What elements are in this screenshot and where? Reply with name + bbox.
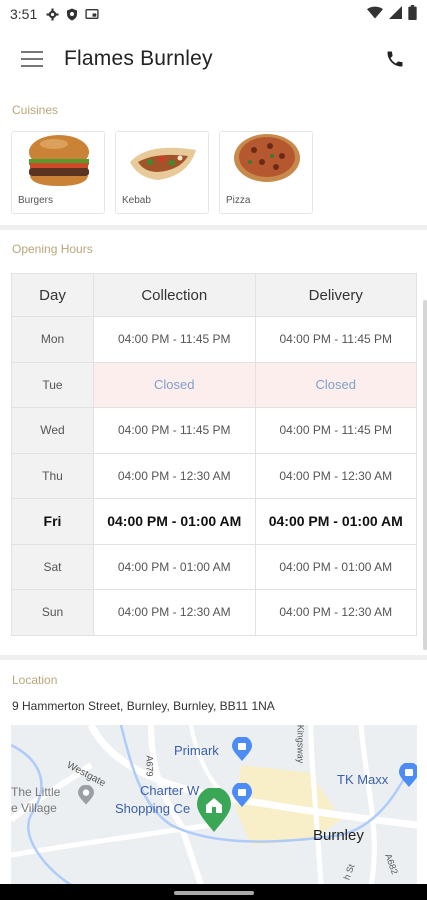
shopping-bag-icon xyxy=(232,736,252,766)
collection-cell: 04:00 PM - 11:45 PM xyxy=(93,316,256,363)
map-place-icon xyxy=(78,784,94,810)
cuisine-card-burgers[interactable]: Burgers xyxy=(11,131,105,214)
battery-icon xyxy=(408,5,417,23)
table-row: Wed 04:00 PM - 11:45 PM 04:00 PM - 11:45… xyxy=(11,407,417,454)
day-cell: Sat xyxy=(11,543,94,590)
delivery-cell: 04:00 PM - 12:30 AM xyxy=(254,589,417,636)
day-cell: Fri xyxy=(11,498,94,545)
collection-cell: 04:00 PM - 11:45 PM xyxy=(93,407,256,454)
section-divider xyxy=(0,655,427,660)
map-label-tk-maxx: TK Maxx xyxy=(337,772,389,787)
collection-cell: 04:00 PM - 12:30 AM xyxy=(93,452,256,499)
opening-hours-heading: Opening Hours xyxy=(12,242,93,256)
map-label-charter-walk: Charter W xyxy=(140,783,200,798)
cuisine-card-kebab[interactable]: Kebab xyxy=(115,131,209,214)
table-row: Mon 04:00 PM - 11:45 PM 04:00 PM - 11:45… xyxy=(11,316,417,363)
status-bar: 3:51 xyxy=(0,0,427,28)
burger-image xyxy=(29,135,89,186)
phone-icon xyxy=(387,51,403,67)
table-row: Sat 04:00 PM - 01:00 AM 04:00 PM - 01:00… xyxy=(11,543,417,590)
delivery-cell: 04:00 PM - 01:00 AM xyxy=(254,498,417,545)
delivery-cell: Closed xyxy=(254,361,417,408)
app-bar: Flames Burnley xyxy=(0,28,427,90)
call-button[interactable] xyxy=(363,28,427,90)
kebab-image xyxy=(130,147,196,180)
cuisines-list: Burgers Kebab Pizza xyxy=(11,131,313,214)
status-time: 3:51 xyxy=(10,6,38,22)
shield-icon xyxy=(65,7,79,21)
restaurant-pin-icon[interactable] xyxy=(197,787,231,837)
wifi-icon xyxy=(367,6,383,22)
table-header-row: Day Collection Delivery xyxy=(11,273,417,317)
location-heading: Location xyxy=(12,673,58,687)
column-header-collection: Collection xyxy=(93,273,256,317)
cuisine-label: Pizza xyxy=(226,195,251,206)
map-label-primark: Primark xyxy=(174,743,219,758)
location-map[interactable]: Primark TK Maxx Charter W Shopping Ce We… xyxy=(11,725,417,885)
shopping-bag-icon xyxy=(232,782,252,812)
table-row-today: Fri 04:00 PM - 01:00 AM 04:00 PM - 01:00… xyxy=(11,498,417,545)
map-label-village: e Village xyxy=(11,801,57,815)
cuisine-card-pizza[interactable]: Pizza xyxy=(219,131,313,214)
hamburger-icon xyxy=(21,51,43,67)
column-header-delivery: Delivery xyxy=(254,273,417,317)
collection-cell: 04:00 PM - 12:30 AM xyxy=(93,589,256,636)
delivery-cell: 04:00 PM - 11:45 PM xyxy=(254,407,417,454)
cast-icon xyxy=(85,7,99,21)
table-row: Tue Closed Closed xyxy=(11,361,417,408)
cuisine-label: Kebab xyxy=(122,195,151,206)
day-cell: Mon xyxy=(11,316,94,363)
delivery-cell: 04:00 PM - 12:30 AM xyxy=(254,452,417,499)
pizza-image xyxy=(234,134,300,182)
cuisine-label: Burgers xyxy=(18,195,54,206)
day-cell: Thu xyxy=(11,452,94,499)
address-text: 9 Hammerton Street, Burnley, Burnley, BB… xyxy=(12,699,275,713)
day-cell: Tue xyxy=(11,361,94,408)
table-row: Thu 04:00 PM - 12:30 AM 04:00 PM - 12:30… xyxy=(11,452,417,499)
section-divider xyxy=(0,225,427,230)
system-nav-bar xyxy=(0,884,427,900)
table-row: Sun 04:00 PM - 12:30 AM 04:00 PM - 12:30… xyxy=(11,589,417,636)
delivery-cell: 04:00 PM - 11:45 PM xyxy=(254,316,417,363)
day-cell: Wed xyxy=(11,407,94,454)
map-label-a679: A679 xyxy=(144,755,155,777)
settings-icon xyxy=(45,7,59,21)
map-label-kingsway: Kingsway xyxy=(295,725,306,764)
day-cell: Sun xyxy=(11,589,94,636)
page-title: Flames Burnley xyxy=(64,47,213,70)
collection-cell: 04:00 PM - 01:00 AM xyxy=(93,543,256,590)
scrollbar[interactable] xyxy=(423,300,427,650)
menu-button[interactable] xyxy=(0,28,64,90)
collection-cell: 04:00 PM - 01:00 AM xyxy=(93,498,256,545)
map-label-burnley: Burnley xyxy=(313,827,364,844)
home-gesture-handle[interactable] xyxy=(174,891,254,895)
map-label-the-little: The Little xyxy=(11,785,61,799)
delivery-cell: 04:00 PM - 01:00 AM xyxy=(254,543,417,590)
shopping-bag-icon xyxy=(399,762,417,792)
collection-cell: Closed xyxy=(93,361,256,408)
cuisines-heading: Cuisines xyxy=(12,103,59,117)
opening-hours-table: Day Collection Delivery Mon 04:00 PM - 1… xyxy=(11,273,417,636)
signal-icon xyxy=(389,6,402,22)
column-header-day: Day xyxy=(11,273,94,317)
map-label-shopping-centre: Shopping Ce xyxy=(115,801,191,816)
